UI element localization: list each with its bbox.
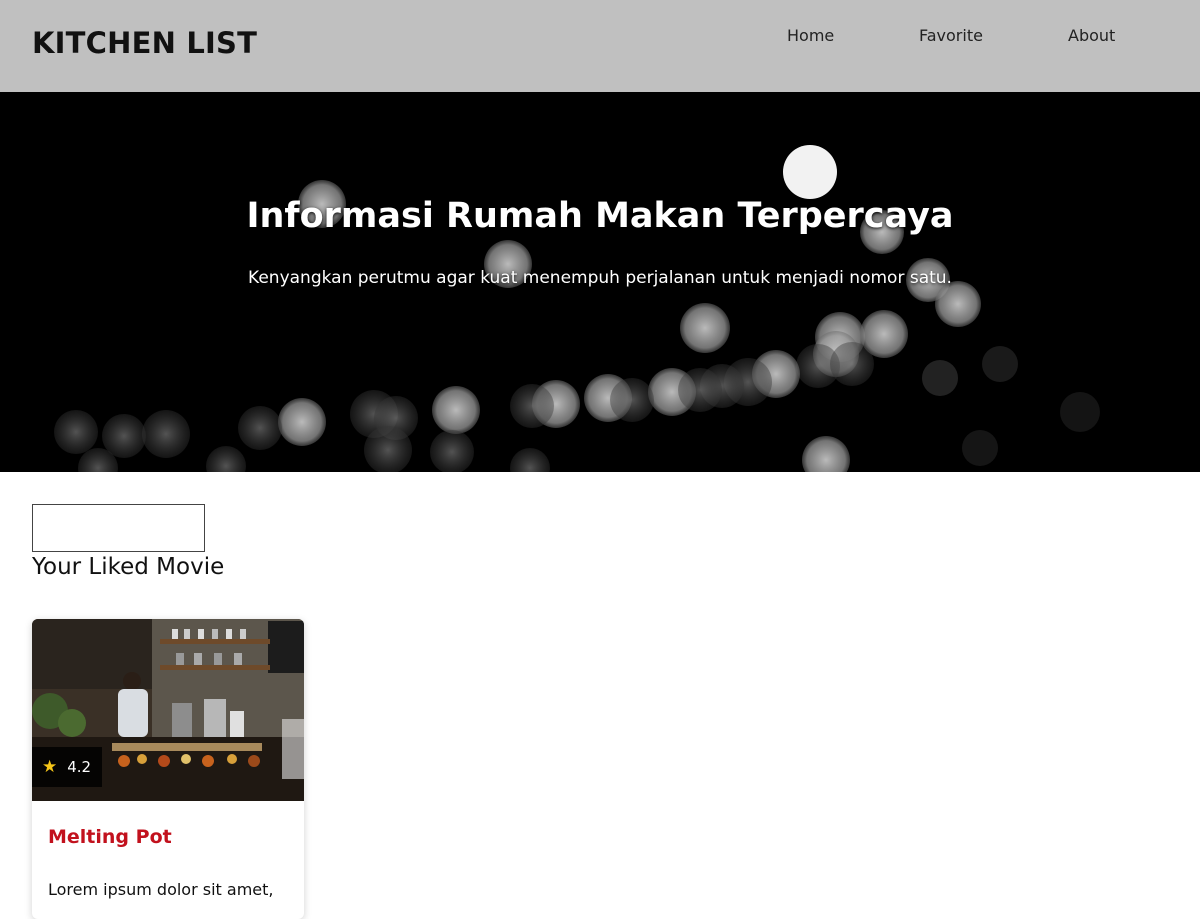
restaurant-image: ★ 4.2: [32, 619, 304, 801]
section-title: Your Liked Movie: [32, 554, 225, 580]
restaurant-description: Lorem ipsum dolor sit amet,: [48, 880, 274, 899]
hero-banner: Informasi Rumah Makan Terpercaya Kenyang…: [0, 92, 1200, 472]
restaurant-card[interactable]: ★ 4.2 Melting Pot Lorem ipsum dolor sit …: [32, 619, 304, 919]
rating-value: 4.2: [67, 758, 92, 776]
hero-subtitle: Kenyangkan perutmu agar kuat menempuh pe…: [248, 268, 952, 288]
nav-about-link[interactable]: About: [1068, 26, 1115, 45]
app-bar: KITCHEN LIST Home Favorite About: [0, 0, 1200, 92]
hero-title: Informasi Rumah Makan Terpercaya: [246, 196, 954, 236]
main-nav: Home Favorite About: [760, 26, 1200, 48]
nav-favorite-link[interactable]: Favorite: [919, 26, 983, 45]
rating-badge: ★ 4.2: [32, 747, 102, 787]
brand-title[interactable]: KITCHEN LIST: [32, 26, 257, 60]
restaurant-name-link[interactable]: Melting Pot: [48, 826, 172, 848]
nav-home-link[interactable]: Home: [787, 26, 834, 45]
star-icon: ★: [42, 756, 58, 777]
search-input[interactable]: [32, 504, 205, 552]
